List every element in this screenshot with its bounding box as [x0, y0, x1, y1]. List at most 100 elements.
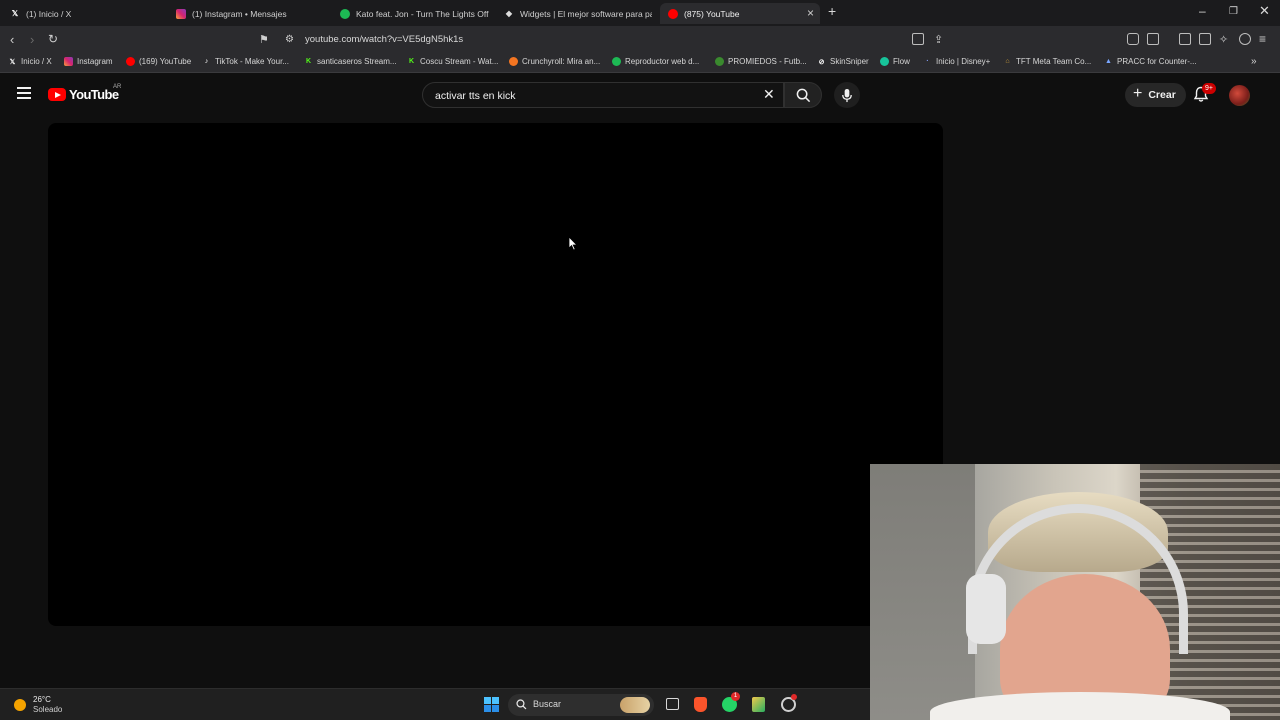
leo-ai-icon[interactable]: ✧ [1219, 33, 1228, 46]
tab-label: (1) Inicio / X [26, 8, 72, 19]
app-icon[interactable] [752, 697, 765, 712]
bookmark-label: (169) YouTube [139, 57, 192, 66]
wall [870, 464, 975, 720]
headset-earcup [966, 574, 1006, 644]
voice-search-button[interactable] [834, 82, 860, 108]
bookmark-label: SkinSniper [830, 57, 869, 66]
bookmark-label: santicaseros Stream... [317, 57, 397, 66]
x-logo-icon: 𝕏 [11, 9, 19, 18]
guide-menu-icon[interactable] [17, 87, 31, 99]
microphone-icon [842, 88, 852, 102]
x-logo-icon: 𝕏 [9, 58, 16, 66]
plus-icon: + [1133, 85, 1143, 102]
youtube-logo-text[interactable]: YouTube [69, 87, 119, 102]
instagram-icon [176, 8, 186, 19]
taskbar-search-box[interactable]: Buscar [508, 694, 654, 716]
forward-icon[interactable]: › [30, 32, 34, 47]
weather-desc: Soleado [33, 705, 63, 714]
create-button[interactable]: + Crear [1125, 83, 1186, 107]
bookmark-label: Coscu Stream - Wat... [420, 57, 499, 66]
avatar[interactable] [1229, 85, 1250, 106]
site-info-icon[interactable]: ⚙ [285, 34, 294, 45]
share-icon[interactable]: ⇪ [934, 33, 943, 46]
close-tab-icon[interactable]: × [807, 6, 814, 20]
tab-search-icon[interactable] [1147, 33, 1159, 45]
bookmark-pracc[interactable]: ▲ PRACC for Counter-... [1104, 57, 1197, 66]
bookmark-santicaseros[interactable]: Ksanticaseros Stream... [304, 57, 397, 66]
tab-widgets[interactable]: ◆ Widgets | El mejor software para pa [498, 3, 652, 24]
back-icon[interactable]: ‹ [10, 32, 14, 47]
whatsapp-badge: 1 [731, 692, 740, 701]
reload-icon[interactable]: ↻ [48, 32, 58, 46]
youtube-icon [668, 8, 678, 19]
bookmark-label: PRACC for Counter-... [1117, 57, 1197, 66]
bookmarks-bar: 𝕏 Inicio / X Instagram (169) YouTube ♪ Tik… [0, 53, 1280, 73]
pracc-icon: ▲ [1105, 58, 1112, 65]
youtube-header: YouTube AR ✕ + Crear 9+ [0, 76, 1280, 116]
search-box[interactable]: ✕ [422, 82, 784, 108]
bookmark-spotify[interactable]: Reproductor web d... [612, 57, 699, 66]
taskbar-search-label: Buscar [533, 699, 562, 709]
bookmark-tft[interactable]: ⌂ TFT Meta Team Co... [1003, 57, 1091, 66]
restore-button[interactable]: ❐ [1229, 6, 1238, 17]
tab-x[interactable]: 𝕏 (1) Inicio / X [4, 3, 164, 24]
task-view-icon[interactable] [666, 698, 679, 710]
clear-search-icon[interactable]: ✕ [763, 86, 775, 103]
bookmark-tiktok[interactable]: ♪ TikTok - Make Your... [202, 57, 289, 66]
bookmark-flow[interactable]: Flow [880, 57, 910, 66]
bookmark-crunchyroll[interactable]: Crunchyroll: Mira an... [509, 57, 600, 66]
disney-icon: · [926, 58, 929, 65]
create-label: Crear [1148, 89, 1176, 101]
minimize-button[interactable]: – [1199, 4, 1206, 18]
bookmark-label: Crunchyroll: Mira an... [522, 57, 601, 66]
search-button[interactable] [784, 82, 822, 108]
vpn-icon[interactable] [1239, 33, 1251, 45]
webcam-overlay [870, 464, 1280, 720]
flow-icon [880, 57, 889, 66]
url-field[interactable]: youtube.com/watch?v=VE5dgN5hk1s [305, 34, 463, 45]
instagram-icon [64, 57, 73, 66]
bookmark-label: Inicio / X [21, 57, 52, 66]
kick-icon: K [305, 58, 312, 65]
search-input[interactable] [435, 87, 755, 105]
youtube-icon [126, 57, 135, 66]
bookmark-skinsniper[interactable]: ⊘ SkinSniper [817, 57, 869, 66]
windows-start-icon[interactable] [484, 697, 499, 712]
bookmark-coscu[interactable]: K Coscu Stream - Wat... [407, 57, 498, 66]
extensions-icon[interactable] [1127, 33, 1139, 45]
wallet-icon[interactable] [1199, 33, 1211, 45]
bookmark-disney[interactable]: · Inicio | Disney+ [923, 57, 990, 66]
bookmark-label: TFT Meta Team Co... [1016, 57, 1092, 66]
bookmark-label: Reproductor web d... [625, 57, 700, 66]
bookmark-label: Flow [893, 57, 910, 66]
new-tab-button[interactable]: + [828, 3, 836, 19]
more-bookmarks-icon[interactable]: » [1251, 56, 1257, 67]
country-code: AR [113, 84, 122, 90]
bookmark-promiedos[interactable]: PROMIEDOS - Futb... [715, 57, 807, 66]
tab-label: Kato feat. Jon - Turn The Lights Off ( [356, 8, 490, 19]
weather-sun-icon [14, 699, 26, 711]
bookmark-youtube[interactable]: (169) YouTube [126, 57, 191, 66]
bookmark-x[interactable]: 𝕏 Inicio / X [8, 57, 52, 66]
tft-icon: ⌂ [1005, 58, 1010, 65]
youtube-logo-icon[interactable] [48, 88, 66, 101]
weather-temp: 26°C [33, 695, 51, 704]
bookmark-instagram[interactable]: Instagram [64, 57, 113, 66]
address-bar-row: ‹ › ↻ ⚑ ⚙ youtube.com/watch?v=VE5dgN5hk1… [0, 26, 1280, 72]
cast-icon[interactable] [912, 33, 924, 45]
tab-spotify[interactable]: Kato feat. Jon - Turn The Lights Off ( [334, 3, 490, 24]
widgets-icon: ◆ [505, 9, 513, 18]
spotify-icon [612, 57, 621, 66]
menu-icon[interactable]: ≡ [1259, 32, 1266, 46]
bookmark-icon[interactable]: ⚑ [259, 33, 269, 46]
tab-instagram[interactable]: (1) Instagram • Mensajes [170, 3, 330, 24]
sidebar-icon[interactable] [1179, 33, 1191, 45]
tab-youtube[interactable]: (875) YouTube × [660, 3, 820, 24]
brave-browser-icon[interactable] [694, 697, 707, 712]
video-player[interactable] [48, 123, 943, 626]
browser-tab-strip: 𝕏 (1) Inicio / X (1) Instagram • Mensaje… [0, 0, 1280, 26]
windows-taskbar: 26°C Soleado Buscar 1 [0, 688, 870, 720]
crunchyroll-icon [509, 57, 518, 66]
close-window-button[interactable]: ✕ [1259, 3, 1270, 19]
bookmark-label: Inicio | Disney+ [936, 57, 991, 66]
